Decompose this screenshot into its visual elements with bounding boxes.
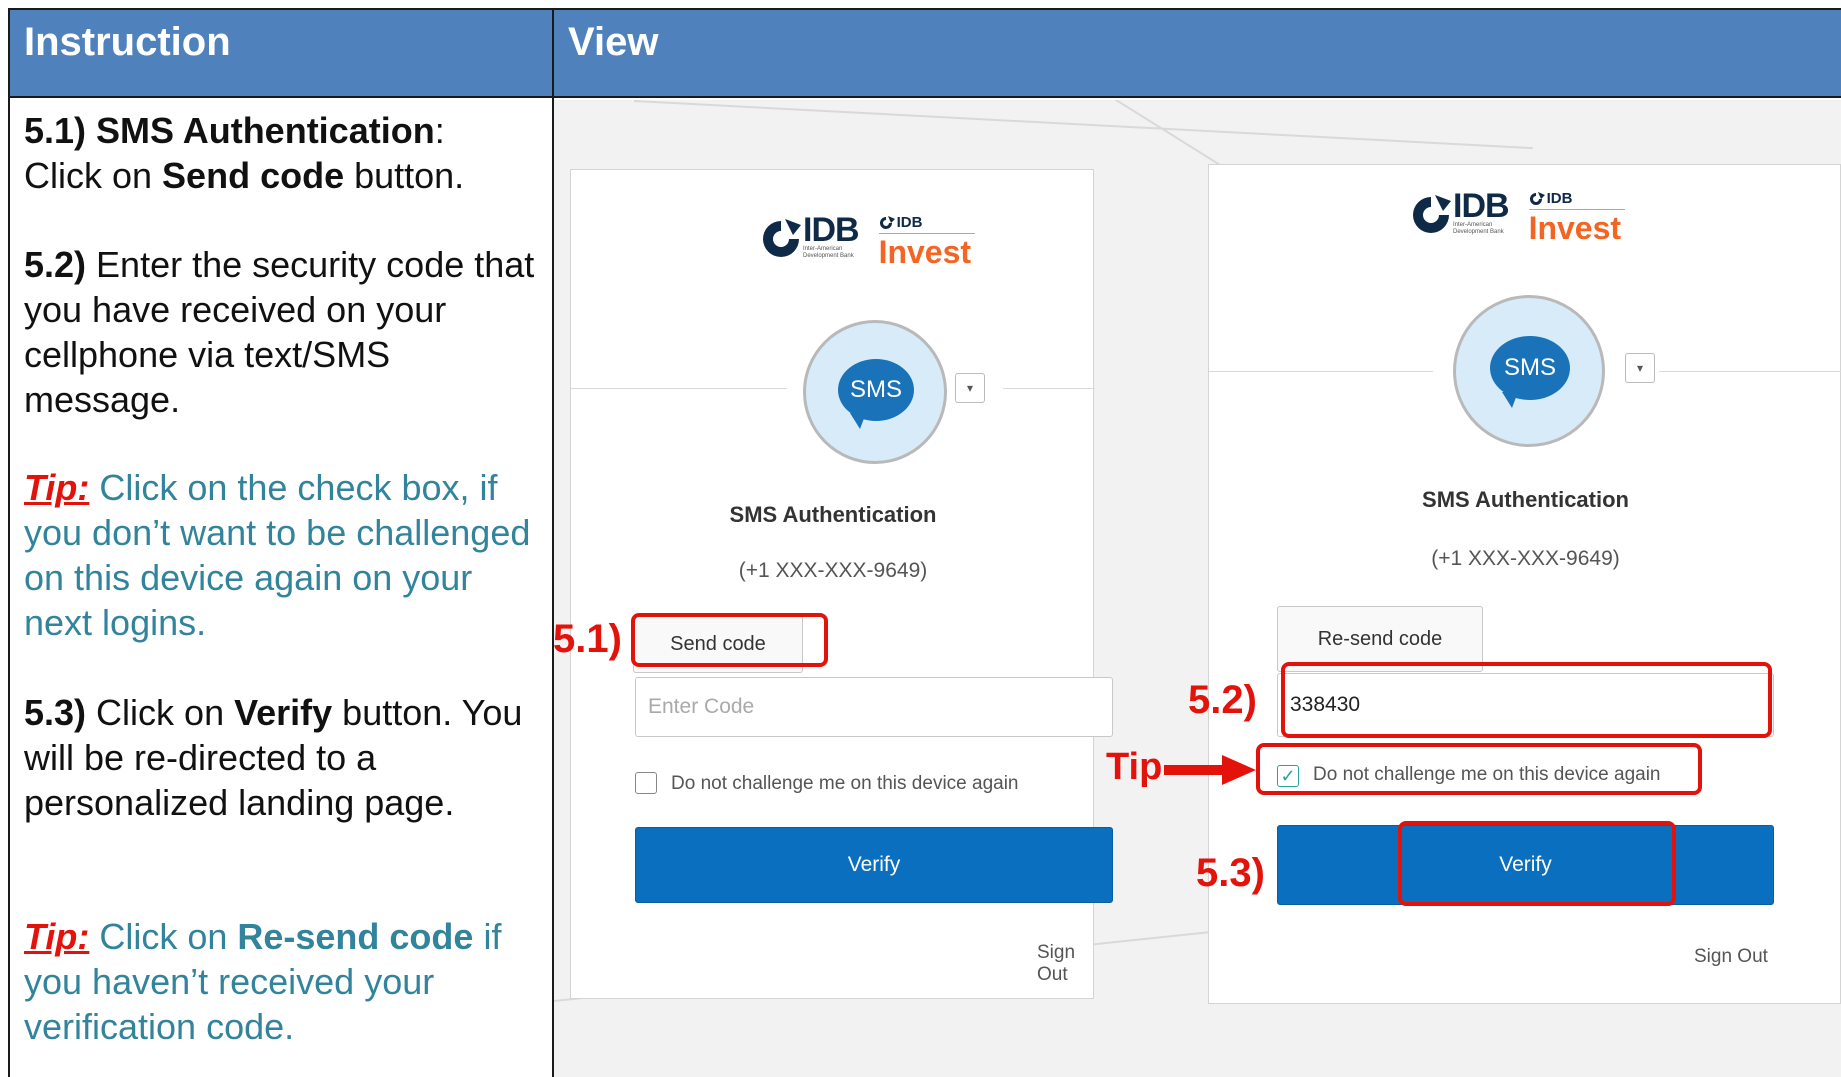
table-frame [8, 8, 1841, 1077]
